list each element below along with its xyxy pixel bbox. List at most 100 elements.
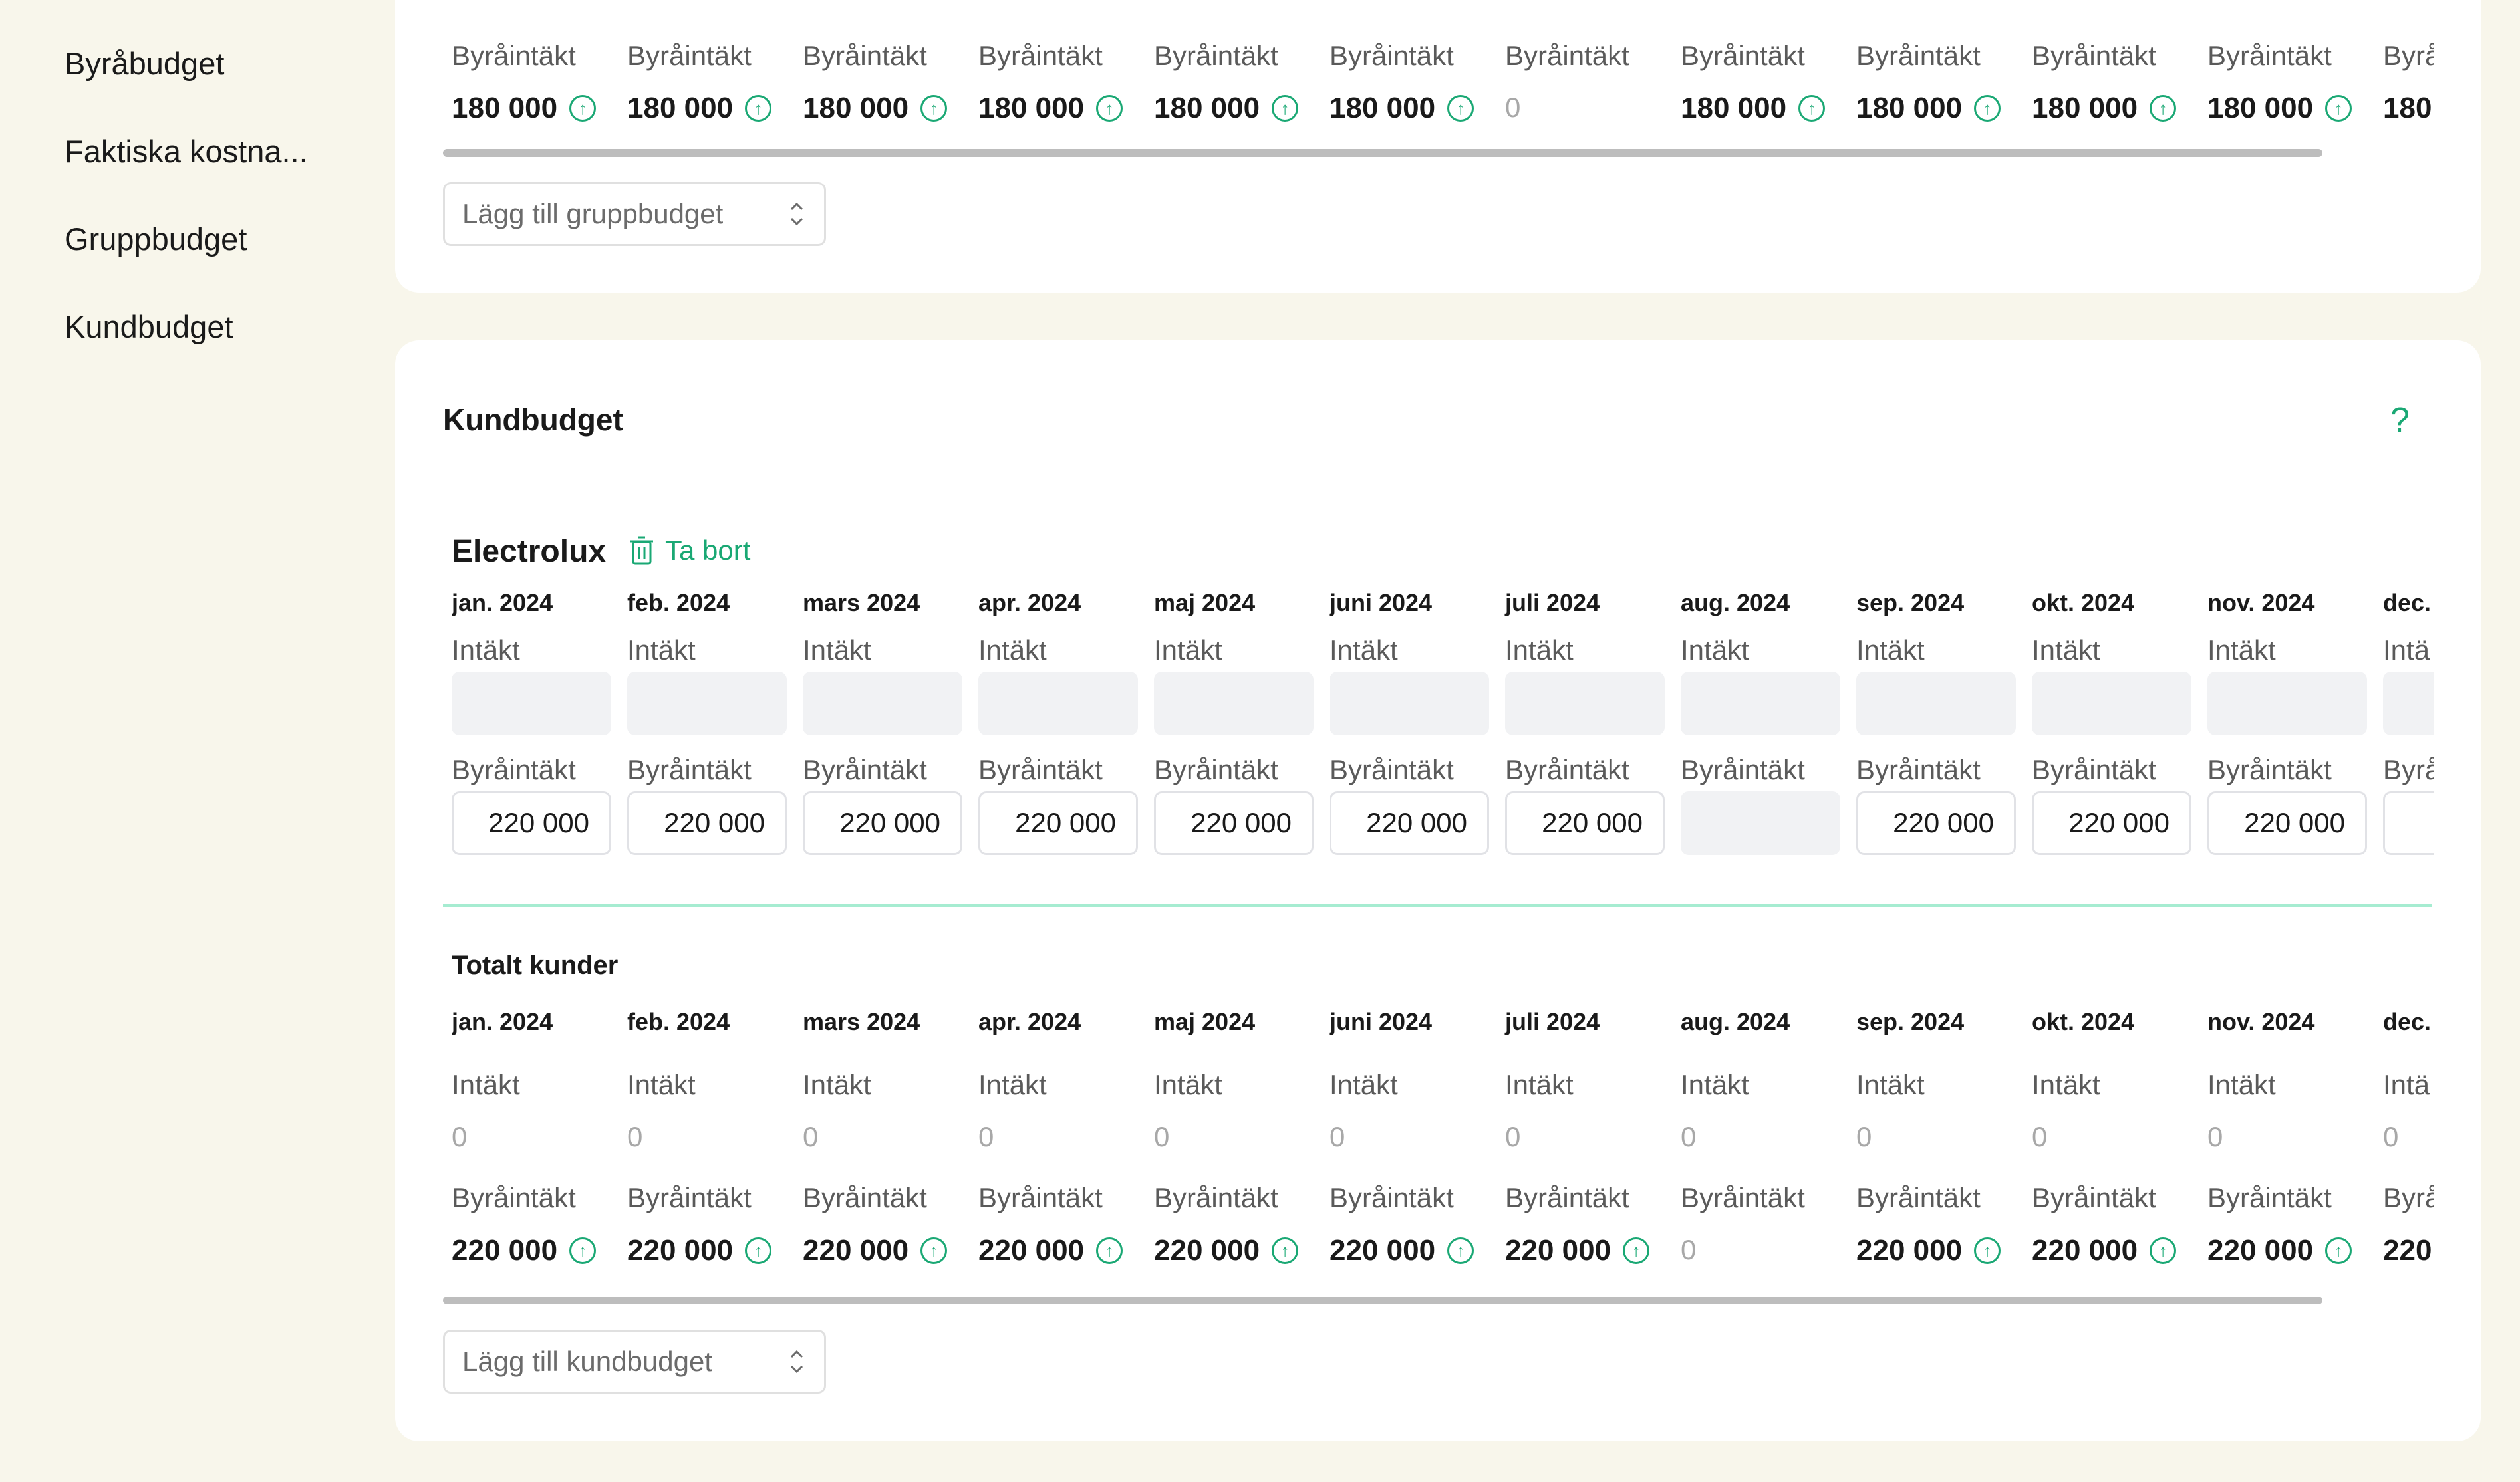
agency-revenue-value-text: 0 [1681,1234,1697,1265]
column: Byråintäkt [1154,40,1330,72]
month-label: aug. 2024 [1681,1008,1790,1035]
sidebar-item-gruppbudget[interactable]: Gruppbudget [65,221,247,257]
arrow-up-circle-icon: ↑ [745,1237,772,1264]
column: 180 000 ↑ [452,92,627,125]
agency-revenue-label: Byråintäkt [627,754,752,785]
agency-revenue-label: Byråintäkt [1505,40,1629,71]
agency-revenue-label: Byråintäkt [2207,40,2332,71]
revenue-input[interactable] [2207,672,2367,735]
arrow-up-circle-icon: ↑ [2150,95,2177,122]
revenue-input[interactable] [1154,672,1314,735]
agency-revenue-label: Byråintäkt [1681,1182,1805,1213]
column: dec. [2383,589,2434,617]
column: Intäkt [2032,634,2207,666]
agency-revenue-input[interactable]: 220 000 [452,791,611,855]
agency-revenue-label: Byråintäkt [1154,754,1278,785]
revenue-value: 0 [627,1121,643,1152]
agency-revenue-input[interactable]: 220 000 [1154,791,1314,855]
agency-revenue-value: 0 [1681,1234,1856,1266]
column: Intäkt [452,1069,627,1101]
arrow-up-circle-icon: ↑ [2150,1237,2177,1264]
add-group-budget-select[interactable]: Lägg till gruppbudget [443,182,826,246]
agency-revenue-value-text: 220 000 [2207,1234,2314,1267]
sidebar-item-byrabudget[interactable]: Byråbudget [65,45,224,82]
column: 220 000 ↑ [1330,1234,1505,1267]
agency-revenue-input[interactable]: 220 000 [2207,791,2367,855]
agency-revenue-value-text: 180 000 [452,92,558,124]
column: juni 2024 [1330,589,1505,617]
agency-revenue-label: Byråintäkt [1330,40,1454,71]
month-label: okt. 2024 [2032,1008,2135,1035]
revenue-input[interactable] [1681,672,1840,735]
revenue-input[interactable] [1856,672,2016,735]
column: Byrå [2383,1182,2434,1214]
revenue-value: 0 [1330,1121,1345,1152]
agency-revenue-label: Byråintäkt [1154,40,1278,71]
agency-revenue-input[interactable]: 220 000 [627,791,787,855]
column: 220 000 ↑ [1856,1234,2032,1267]
agency-revenue-input[interactable]: 220 000 [2032,791,2191,855]
revenue-input[interactable] [978,672,1138,735]
month-label: maj 2024 [1154,1008,1256,1035]
sidebar: Byråbudget Faktiska kostna... Gruppbudge… [0,0,395,1482]
agency-revenue-input[interactable]: 220 000 [978,791,1138,855]
column: 180 000 ↑ [2032,92,2207,125]
revenue-input[interactable] [627,672,787,735]
group-agency-value-row: 180 000 ↑ 180 000 ↑ 180 000 ↑ 180 000 ↑ 180 000 ↑… [452,92,2434,158]
agency-revenue-value: 220 000 ↑ [2207,1234,2383,1267]
sidebar-item-faktiska-kostnader[interactable]: Faktiska kostna... [65,133,308,170]
agency-revenue-value: 180 000 ↑ [627,92,803,125]
month-label: dec. [2383,1008,2432,1035]
month-label: nov. 2024 [2207,1008,2315,1035]
agency-revenue-input[interactable]: 220 000 [1330,791,1489,855]
help-icon[interactable]: ? [2390,400,2410,440]
revenue-label: Intä [2383,1069,2430,1100]
column: jan. 2024 [452,589,627,617]
agency-revenue-input[interactable]: 220 000 [803,791,962,855]
revenue-label: Intäkt [1330,634,1398,666]
agency-revenue-input[interactable] [1681,791,1840,855]
arrow-up-circle-icon: ↑ [569,1237,597,1264]
horizontal-scrollbar[interactable] [443,149,2322,157]
revenue-input[interactable] [803,672,962,735]
column: 0 [452,1121,627,1153]
month-label: juni 2024 [1330,589,1433,616]
revenue-label: Intäkt [452,1069,520,1100]
column: 0 [1681,1121,1856,1153]
revenue-input[interactable] [2383,672,2434,735]
agency-revenue-value-text: 220 000 [627,1234,734,1267]
agency-revenue-input[interactable]: 220 000 [1505,791,1665,855]
revenue-label: Intäkt [627,634,696,666]
column: Intäkt [1330,634,1505,666]
agency-revenue-value-text: 180 000 [2207,92,2314,124]
revenue-value: 0 [1154,1121,1170,1152]
sidebar-item-kundbudget[interactable]: Kundbudget [65,309,233,345]
column: 180 000 ↑ [627,92,803,125]
column: 0 [2383,1121,2434,1153]
revenue-value: 0 [803,1121,819,1152]
agency-revenue-value-text: 180 [2383,92,2432,124]
revenue-input[interactable] [1505,672,1665,735]
revenue-input[interactable] [2032,672,2191,735]
agency-revenue-value-text: 220 000 [1505,1234,1611,1267]
agency-revenue-value: 180 [2383,92,2434,125]
agency-revenue-value: 220 000 ↑ [1505,1234,1681,1267]
column: 220 000 ↑ [1154,1234,1330,1267]
horizontal-scrollbar[interactable] [443,1297,2322,1304]
column: Intä [2383,1069,2434,1101]
revenue-label: Intä [2383,634,2430,666]
column: Byråintäkt [627,754,803,786]
agency-revenue-input[interactable]: 2 [2383,791,2434,855]
revenue-input[interactable] [452,672,611,735]
column: 0 [1856,1121,2032,1153]
totals-title: Totalt kunder [452,951,619,980]
agency-revenue-input[interactable]: 220 000 [1856,791,2016,855]
arrow-up-circle-icon: ↑ [1974,1237,2001,1264]
column: Byråintäkt [803,754,978,786]
agency-revenue-value: 180 000 ↑ [2032,92,2207,125]
add-client-budget-select[interactable]: Lägg till kundbudget [443,1330,826,1394]
delete-client-button[interactable]: Ta bort [629,535,750,566]
add-client-budget-placeholder: Lägg till kundbudget [462,1346,712,1377]
revenue-input[interactable] [1330,672,1489,735]
month-label: jan. 2024 [452,1008,553,1035]
